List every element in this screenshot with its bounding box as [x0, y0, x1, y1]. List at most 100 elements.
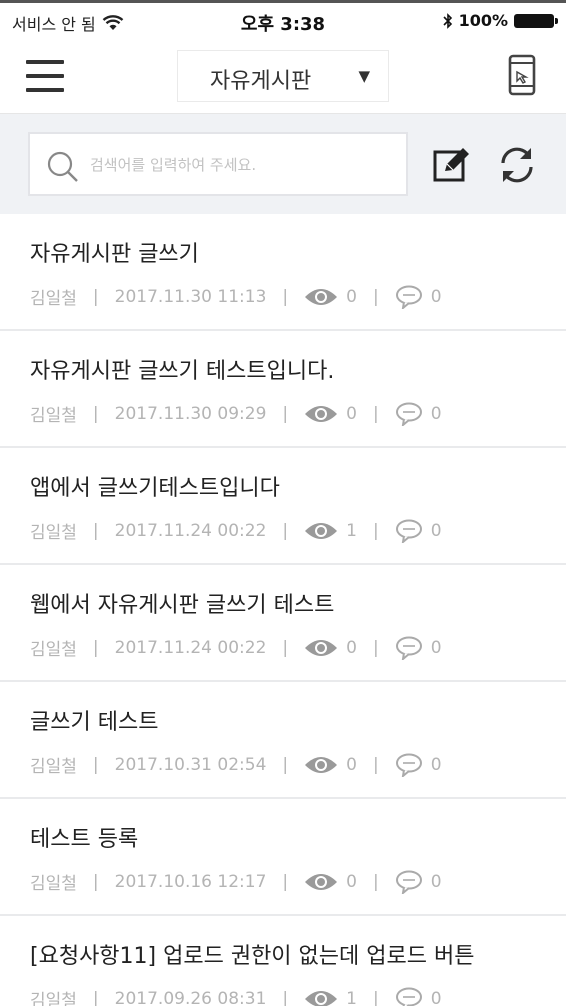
meta-divider: |: [372, 403, 379, 424]
meta-divider: |: [282, 286, 289, 307]
search-box[interactable]: [28, 132, 408, 196]
view-count-value: 0: [346, 286, 357, 307]
meta-divider: |: [92, 988, 99, 1006]
post-meta: 김일철 | 2017.11.30 09:29 | 0 | 0: [30, 401, 442, 426]
view-count-value: 0: [346, 637, 357, 658]
meta-divider: |: [92, 871, 99, 892]
view-count: 0: [304, 404, 357, 424]
comment-bubble-icon: [395, 402, 422, 426]
meta-divider: |: [372, 871, 379, 892]
post-author: 김일철: [30, 289, 77, 309]
post-author: 김일철: [30, 523, 77, 543]
meta-divider: |: [372, 520, 379, 541]
status-bar: 서비스 안 됨 오후 3:38 100%: [0, 0, 566, 40]
comment-bubble-icon: [395, 753, 422, 777]
view-count-value: 1: [346, 520, 357, 541]
comment-bubble-icon: [395, 987, 422, 1006]
meta-divider: |: [372, 988, 379, 1006]
comment-count: 0: [395, 753, 442, 777]
comment-count: 0: [395, 636, 442, 660]
comment-count-value: 0: [430, 871, 442, 892]
search-input[interactable]: [90, 150, 390, 180]
meta-divider: |: [282, 988, 289, 1006]
nav-bar: 자유게시판 ▼: [0, 40, 566, 114]
comment-count: 0: [395, 987, 442, 1006]
post-author: 김일철: [30, 874, 77, 894]
post-date: 2017.09.26 08:31: [114, 988, 267, 1006]
view-count: 0: [304, 287, 357, 307]
eye-icon: [305, 288, 338, 305]
post-title: 자유게시판 글쓰기: [30, 242, 199, 267]
comment-bubble-icon: [395, 519, 422, 543]
post-list-item[interactable]: [요청사항11] 업로드 권한이 없는데 업로드 버튼 김일철 | 2017.0…: [0, 916, 566, 1006]
meta-divider: |: [92, 403, 99, 424]
post-list-item[interactable]: 자유게시판 글쓰기 테스트입니다. 김일철 | 2017.11.30 09:29…: [0, 331, 566, 448]
eye-icon: [305, 522, 338, 539]
post-meta: 김일철 | 2017.11.24 00:22 | 0 | 0: [30, 635, 442, 660]
eye-icon: [305, 873, 338, 890]
view-count: 0: [304, 872, 357, 892]
board-select-dropdown[interactable]: 자유게시판 ▼: [177, 50, 389, 102]
menu-line-icon: [26, 88, 64, 92]
meta-divider: |: [282, 520, 289, 541]
post-author: 김일철: [30, 640, 77, 660]
post-author: 김일철: [30, 406, 77, 426]
comment-bubble-icon: [395, 285, 422, 309]
comment-count: 0: [395, 519, 442, 543]
comment-bubble-icon: [395, 870, 422, 894]
refresh-button[interactable]: [496, 144, 538, 186]
post-meta: 김일철 | 2017.10.31 02:54 | 0 | 0: [30, 752, 442, 777]
comment-count-value: 0: [430, 988, 442, 1006]
view-count-value: 1: [346, 988, 357, 1006]
comment-bubble-icon: [395, 636, 422, 660]
post-date: 2017.10.16 12:17: [114, 871, 267, 892]
view-count-value: 0: [346, 871, 357, 892]
eye-icon: [305, 990, 338, 1006]
comment-count: 0: [395, 870, 442, 894]
meta-divider: |: [92, 637, 99, 658]
meta-divider: |: [282, 871, 289, 892]
comment-count-value: 0: [430, 520, 442, 541]
post-meta: 김일철 | 2017.09.26 08:31 | 1 | 0: [30, 986, 442, 1006]
post-date: 2017.11.30 11:13: [114, 286, 267, 307]
post-list-item[interactable]: 테스트 등록 김일철 | 2017.10.16 12:17 | 0 | 0: [0, 799, 566, 916]
search-area: [0, 114, 566, 214]
post-list-item[interactable]: 앱에서 글쓰기테스트입니다 김일철 | 2017.11.24 00:22 | 1…: [0, 448, 566, 565]
mobile-device-icon: [508, 54, 536, 96]
post-title: [요청사항11] 업로드 권한이 없는데 업로드 버튼: [30, 944, 475, 969]
post-list-item[interactable]: 글쓰기 테스트 김일철 | 2017.10.31 02:54 | 0 | 0: [0, 682, 566, 799]
post-date: 2017.11.24 00:22: [114, 520, 267, 541]
post-list-item[interactable]: 웹에서 자유게시판 글쓰기 테스트 김일철 | 2017.11.24 00:22…: [0, 565, 566, 682]
post-list-item[interactable]: 자유게시판 글쓰기 김일철 | 2017.11.30 11:13 | 0 | 0: [0, 214, 566, 331]
comment-count-value: 0: [430, 754, 442, 775]
triangle-down-icon: ▼: [358, 67, 370, 85]
battery-percent: 100%: [458, 11, 508, 30]
meta-divider: |: [282, 403, 289, 424]
view-count: 1: [304, 989, 357, 1006]
hamburger-menu-button[interactable]: [26, 58, 66, 96]
view-count-value: 0: [346, 403, 357, 424]
meta-divider: |: [92, 286, 99, 307]
post-author: 김일철: [30, 991, 77, 1006]
post-meta: 김일철 | 2017.11.30 11:13 | 0 | 0: [30, 284, 442, 309]
comment-count: 0: [395, 402, 442, 426]
status-right: 100%: [442, 11, 558, 30]
board-select-label: 자유게시판: [210, 69, 312, 94]
meta-divider: |: [92, 520, 99, 541]
meta-divider: |: [282, 637, 289, 658]
post-title: 앱에서 글쓰기테스트입니다: [30, 476, 280, 501]
post-list: 자유게시판 글쓰기 김일철 | 2017.11.30 11:13 | 0 | 0…: [0, 214, 566, 1006]
eye-icon: [305, 405, 338, 422]
post-title: 글쓰기 테스트: [30, 710, 159, 735]
mobile-device-button[interactable]: [504, 54, 540, 98]
post-meta: 김일철 | 2017.11.24 00:22 | 1 | 0: [30, 518, 442, 543]
post-title: 테스트 등록: [30, 827, 139, 852]
menu-line-icon: [26, 74, 64, 78]
refresh-icon: [501, 147, 533, 183]
post-title: 웹에서 자유게시판 글쓰기 테스트: [30, 593, 335, 618]
write-post-button[interactable]: [432, 144, 472, 184]
view-count-value: 0: [346, 754, 357, 775]
post-date: 2017.10.31 02:54: [114, 754, 267, 775]
post-author: 김일철: [30, 757, 77, 777]
battery-icon: [514, 13, 558, 28]
